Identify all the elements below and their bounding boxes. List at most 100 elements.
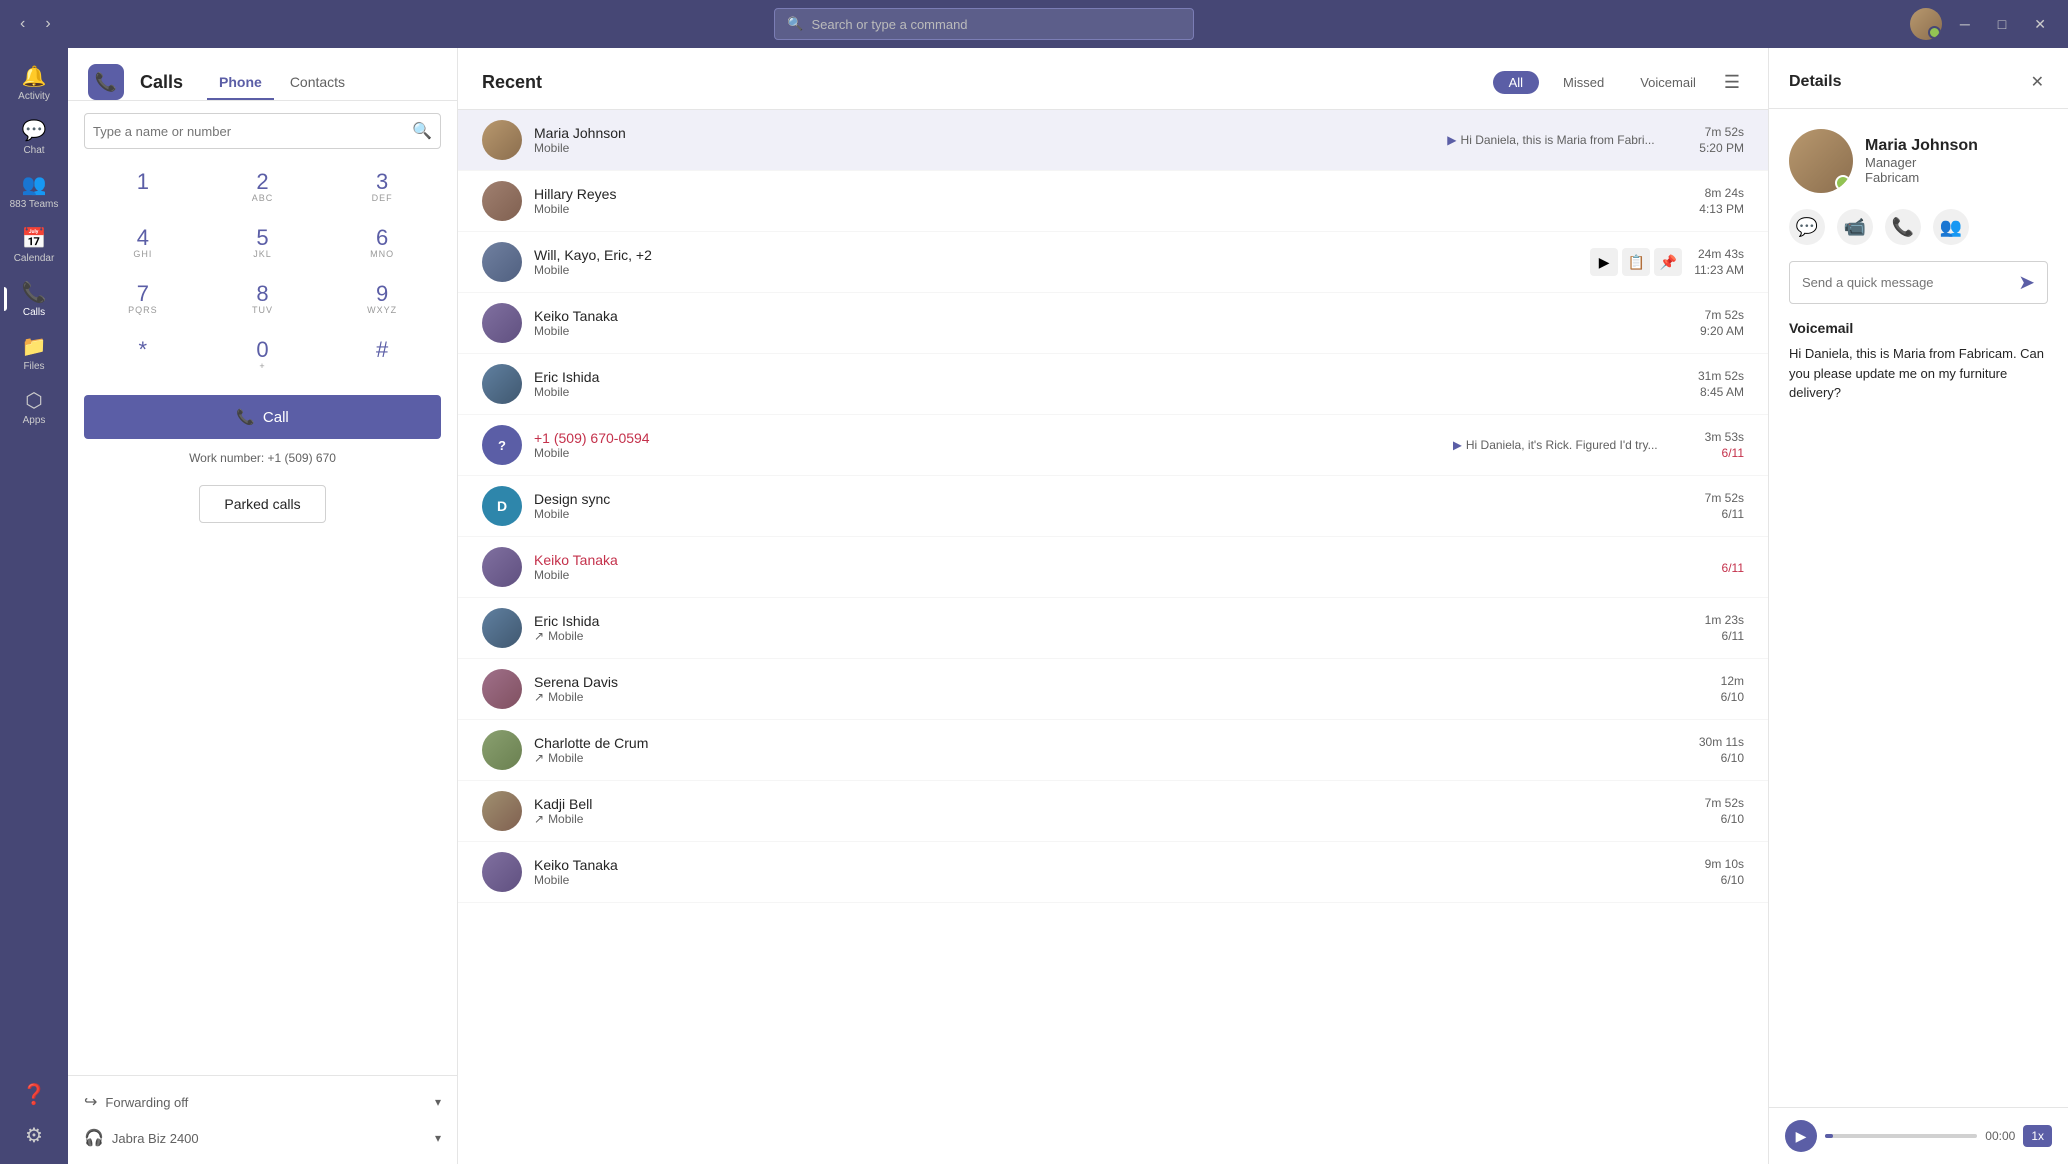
dialpad-search-input[interactable] bbox=[93, 124, 412, 139]
forward-button[interactable]: › bbox=[37, 11, 58, 37]
dial-key-3[interactable]: 3 DEF bbox=[323, 161, 441, 215]
sidebar-item-settings[interactable]: ⚙ bbox=[4, 1115, 64, 1156]
sidebar-item-help[interactable]: ❓ bbox=[4, 1074, 64, 1115]
call-item-11[interactable]: Charlotte de Crum ↗ Mobile 30m 11s 6/10 bbox=[458, 720, 1768, 781]
sidebar-item-teams[interactable]: 👥 883 Teams bbox=[4, 164, 64, 218]
dial-key-hash[interactable]: # bbox=[323, 329, 441, 383]
call-name-2: Hillary Reyes bbox=[534, 186, 1687, 202]
message-input[interactable] bbox=[1802, 275, 2010, 290]
call-item-6[interactable]: ? +1 (509) 670-0594 Mobile ▶ Hi Daniela,… bbox=[458, 415, 1768, 476]
device-chevron-icon: ▾ bbox=[435, 1131, 441, 1145]
minimize-button[interactable]: ─ bbox=[1950, 12, 1980, 36]
dial-key-7[interactable]: 7 PQRS bbox=[84, 273, 202, 327]
call-item-7[interactable]: D Design sync Mobile 7m 52s 6/11 bbox=[458, 476, 1768, 537]
dial-key-2[interactable]: 2 ABC bbox=[204, 161, 322, 215]
call-duration-13: 9m 10s bbox=[1705, 857, 1744, 871]
details-person-info: Maria Johnson Manager Fabricam bbox=[1865, 137, 1978, 185]
calls-list: Maria Johnson Mobile ▶ Hi Daniela, this … bbox=[458, 110, 1768, 1164]
call-info-1: Maria Johnson Mobile bbox=[534, 125, 1435, 155]
device-icon: 🎧 bbox=[84, 1128, 104, 1148]
avatar-eric-1 bbox=[482, 364, 522, 404]
dial-key-5[interactable]: 5 JKL bbox=[204, 217, 322, 271]
filter-missed-button[interactable]: Missed bbox=[1551, 71, 1616, 94]
filter-menu-icon[interactable]: ☰ bbox=[1720, 68, 1744, 97]
call-duration-3: 24m 43s bbox=[1698, 247, 1744, 261]
call-action-more-3[interactable]: 📌 bbox=[1654, 248, 1682, 276]
sidebar: 🔔 Activity 💬 Chat 👥 883 Teams 📅 Calendar… bbox=[0, 48, 68, 1164]
avatar-will bbox=[482, 242, 522, 282]
call-item-8[interactable]: Keiko Tanaka Mobile 6/11 bbox=[458, 537, 1768, 598]
details-avatar bbox=[1789, 129, 1853, 193]
call-duration-5: 31m 52s bbox=[1698, 369, 1744, 383]
calls-panel: 📞 Calls Phone Contacts 🔍 1 2 ABC bbox=[68, 48, 458, 1164]
sidebar-item-calls[interactable]: 📞 Calls bbox=[4, 272, 64, 326]
details-title: Details bbox=[1789, 73, 2027, 91]
tab-phone[interactable]: Phone bbox=[207, 66, 274, 100]
dial-key-9[interactable]: 9 WXYZ bbox=[323, 273, 441, 327]
sidebar-item-apps[interactable]: ⬡ Apps bbox=[4, 380, 64, 434]
dial-key-6[interactable]: 6 MNO bbox=[323, 217, 441, 271]
call-item-3[interactable]: Will, Kayo, Eric, +2 Mobile ▶ 📋 📌 24m 43… bbox=[458, 232, 1768, 293]
search-bar[interactable]: 🔍 Search or type a command bbox=[774, 8, 1194, 40]
audio-speed-button[interactable]: 1x bbox=[2023, 1125, 2052, 1147]
maximize-button[interactable]: □ bbox=[1988, 12, 2016, 36]
back-button[interactable]: ‹ bbox=[12, 11, 33, 37]
call-button[interactable]: 📞 Call bbox=[84, 395, 441, 439]
sidebar-item-files[interactable]: 📁 Files bbox=[4, 326, 64, 380]
filter-voicemail-button[interactable]: Voicemail bbox=[1628, 71, 1708, 94]
files-icon: 📁 bbox=[22, 334, 47, 359]
details-chat-button[interactable]: 💬 bbox=[1789, 209, 1825, 245]
sidebar-item-chat[interactable]: 💬 Chat bbox=[4, 110, 64, 164]
dialpad-search[interactable]: 🔍 bbox=[84, 113, 441, 149]
call-action-notes-3[interactable]: 📋 bbox=[1622, 248, 1650, 276]
sidebar-item-calendar[interactable]: 📅 Calendar bbox=[4, 218, 64, 272]
call-type-5: Mobile bbox=[534, 385, 1686, 399]
sidebar-item-activity[interactable]: 🔔 Activity bbox=[4, 56, 64, 110]
play-pause-button[interactable]: ▶ bbox=[1785, 1120, 1817, 1152]
forwarding-item[interactable]: ↪ Forwarding off ▾ bbox=[84, 1088, 441, 1116]
dial-key-star[interactable]: * bbox=[84, 329, 202, 383]
call-item-9[interactable]: Eric Ishida ↗ Mobile 1m 23s 6/11 bbox=[458, 598, 1768, 659]
dial-key-0[interactable]: 0 + bbox=[204, 329, 322, 383]
sidebar-label-teams: 883 Teams bbox=[10, 199, 59, 210]
voicemail-title: Voicemail bbox=[1789, 320, 2048, 336]
call-name-8: Keiko Tanaka bbox=[534, 552, 1710, 568]
call-item-13[interactable]: Keiko Tanaka Mobile 9m 10s 6/10 bbox=[458, 842, 1768, 903]
call-item-12[interactable]: Kadji Bell ↗ Mobile 7m 52s 6/10 bbox=[458, 781, 1768, 842]
call-meta-2: 8m 24s 4:13 PM bbox=[1699, 186, 1744, 216]
call-item-4[interactable]: Keiko Tanaka Mobile 7m 52s 9:20 AM bbox=[458, 293, 1768, 354]
call-item-10[interactable]: Serena Davis ↗ Mobile 12m 6/10 bbox=[458, 659, 1768, 720]
dial-key-8[interactable]: 8 TUV bbox=[204, 273, 322, 327]
device-item[interactable]: 🎧 Jabra Biz 2400 ▾ bbox=[84, 1124, 441, 1152]
call-time-12: 6/10 bbox=[1721, 812, 1744, 826]
call-time-6: 6/11 bbox=[1722, 446, 1744, 460]
call-type-11: ↗ Mobile bbox=[534, 751, 1687, 765]
dial-key-4[interactable]: 4 GHI bbox=[84, 217, 202, 271]
call-item-1[interactable]: Maria Johnson Mobile ▶ Hi Daniela, this … bbox=[458, 110, 1768, 171]
filter-all-button[interactable]: All bbox=[1493, 71, 1539, 94]
details-close-button[interactable]: ✕ bbox=[2027, 68, 2048, 96]
recent-header: Recent All Missed Voicemail ☰ bbox=[458, 48, 1768, 110]
send-message-button[interactable]: ➤ bbox=[2018, 270, 2035, 295]
call-meta-13: 9m 10s 6/10 bbox=[1705, 857, 1744, 887]
message-input-container[interactable]: ➤ bbox=[1789, 261, 2048, 304]
call-info-3: Will, Kayo, Eric, +2 Mobile bbox=[534, 247, 1578, 277]
dial-key-1[interactable]: 1 bbox=[84, 161, 202, 215]
audio-progress-bar[interactable] bbox=[1825, 1134, 1977, 1138]
call-action-play-3[interactable]: ▶ bbox=[1590, 248, 1618, 276]
details-add-button[interactable]: 👥 bbox=[1933, 209, 1969, 245]
call-item-5[interactable]: Eric Ishida Mobile 31m 52s 8:45 AM bbox=[458, 354, 1768, 415]
user-avatar[interactable] bbox=[1910, 8, 1942, 40]
details-call-button[interactable]: 📞 bbox=[1885, 209, 1921, 245]
calls-header-icon: 📞 bbox=[88, 64, 124, 100]
call-time-13: 6/10 bbox=[1721, 873, 1744, 887]
tab-contacts[interactable]: Contacts bbox=[278, 66, 357, 100]
call-item-2[interactable]: Hillary Reyes Mobile 8m 24s 4:13 PM bbox=[458, 171, 1768, 232]
parked-calls-button[interactable]: Parked calls bbox=[199, 485, 325, 523]
window-controls: ─ □ ✕ bbox=[1910, 8, 2056, 40]
close-button[interactable]: ✕ bbox=[2024, 12, 2056, 37]
details-video-button[interactable]: 📹 bbox=[1837, 209, 1873, 245]
teams-icon: 👥 bbox=[22, 172, 47, 197]
call-meta-5: 31m 52s 8:45 AM bbox=[1698, 369, 1744, 399]
recent-title: Recent bbox=[482, 72, 1481, 93]
